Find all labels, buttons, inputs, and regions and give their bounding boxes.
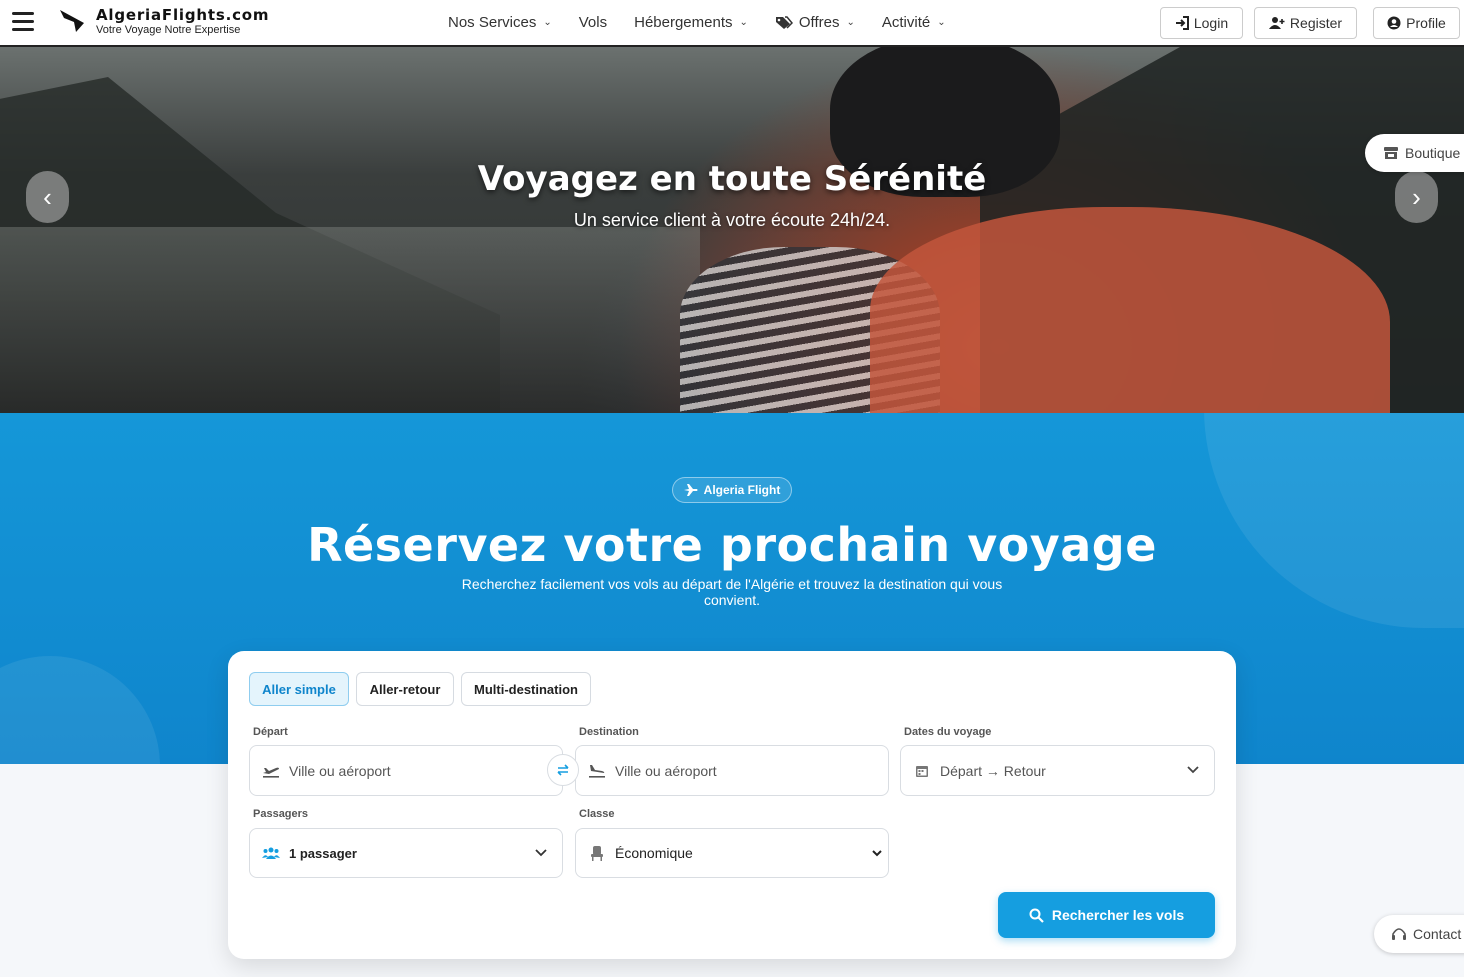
boutique-label: Boutique	[1405, 145, 1461, 161]
nav-label: Vols	[578, 14, 608, 31]
tab-label: Aller-retour	[369, 681, 441, 697]
tab-aller-simple[interactable]: Aller simple	[249, 672, 349, 706]
user-circle-icon	[1387, 16, 1401, 30]
profile-button[interactable]: Profile	[1373, 7, 1460, 39]
carousel-next-button[interactable]: ›	[1395, 171, 1438, 223]
passengers-value: 1 passager	[289, 845, 357, 861]
class-select[interactable]: Économique	[575, 828, 889, 878]
passengers-select[interactable]: 1 passager	[249, 828, 563, 878]
nav-label: Hébergements	[634, 14, 733, 31]
seat-icon	[588, 844, 606, 862]
swap-button[interactable]	[547, 754, 579, 786]
dates-label: Dates du voyage	[904, 726, 992, 738]
class-value: Économique	[615, 845, 693, 861]
tab-aller-retour[interactable]: Aller-retour	[356, 672, 454, 706]
destination-placeholder: Ville ou aéroport	[615, 762, 717, 779]
chevron-down-icon: ⌄	[739, 17, 748, 28]
nav-activite[interactable]: Activité ⌄	[882, 14, 946, 31]
nav-hebergements[interactable]: Hébergements ⌄	[634, 14, 748, 31]
boutique-button[interactable]: Boutique	[1365, 134, 1464, 172]
nav-vols[interactable]: Vols	[579, 14, 607, 31]
hero-title: Voyagez en toute Sérénité	[477, 159, 987, 199]
user-plus-icon	[1268, 17, 1285, 29]
booking-subtitle: Recherchez facilement vos vols au départ…	[461, 576, 1003, 608]
sign-in-icon	[1175, 16, 1189, 30]
tab-label: Multi-destination	[474, 681, 578, 697]
plane-icon	[683, 484, 698, 496]
depart-placeholder: Ville ou aéroport	[289, 762, 391, 779]
decor-circle	[0, 656, 160, 764]
passengers-label: Passagers	[253, 808, 309, 820]
nav-label: Offres	[798, 14, 840, 31]
flight-search-card: Aller simple Aller-retour Multi-destinat…	[228, 651, 1236, 959]
store-icon	[1384, 147, 1398, 159]
chevron-right-icon: ›	[1412, 181, 1421, 212]
dates-value: Départ → Retour	[940, 762, 1046, 779]
chevron-down-icon: ⌄	[937, 17, 946, 28]
destination-field[interactable]: Ville ou aéroport	[575, 745, 889, 796]
contact-label: Contact	[1413, 926, 1462, 942]
hero-carousel: Voyagez en toute Sérénité Un service cli…	[0, 47, 1464, 413]
users-icon	[262, 844, 280, 862]
login-button[interactable]: Login	[1160, 7, 1243, 39]
headset-icon	[1392, 927, 1406, 940]
tab-label: Aller simple	[262, 681, 336, 697]
register-button[interactable]: Register	[1254, 7, 1357, 39]
register-label: Register	[1289, 15, 1343, 31]
plane-logo-icon[interactable]	[58, 8, 86, 34]
depart-field[interactable]: Ville ou aéroport	[249, 745, 563, 796]
dates-field[interactable]: Départ → Retour	[900, 745, 1215, 796]
hero-image-lake	[0, 227, 700, 413]
booking-title: Réservez votre prochain voyage	[307, 518, 1157, 572]
nav-label: Nos Services	[448, 14, 537, 31]
plane-arrival-icon	[588, 762, 606, 780]
chevron-down-icon	[535, 849, 547, 857]
tab-multi-destination[interactable]: Multi-destination	[461, 672, 591, 706]
nav-nos-services[interactable]: Nos Services ⌄	[448, 14, 552, 31]
search-icon	[1029, 908, 1044, 923]
swap-arrows-icon	[557, 764, 569, 776]
depart-label: Départ	[253, 726, 288, 738]
brand-tagline: Votre Voyage Notre Expertise	[96, 24, 241, 36]
brand-name[interactable]: AlgeriaFlights.com	[96, 6, 269, 24]
top-navbar: AlgeriaFlights.com Votre Voyage Notre Ex…	[0, 0, 1464, 47]
chevron-down-icon: ⌄	[543, 17, 552, 28]
chevron-down-icon	[872, 850, 882, 857]
nav-offres[interactable]: Offres ⌄	[775, 14, 855, 31]
chevron-left-icon: ‹	[43, 181, 52, 212]
hero-subtitle: Un service client à votre écoute 24h/24.	[573, 210, 891, 230]
login-label: Login	[1193, 15, 1229, 31]
profile-label: Profile	[1406, 15, 1446, 31]
search-label: Rechercher les vols	[1051, 907, 1185, 923]
class-label: Classe	[579, 808, 615, 820]
chevron-down-icon	[1187, 766, 1199, 774]
nav-label: Activité	[881, 14, 931, 31]
search-flights-button[interactable]: Rechercher les vols	[998, 892, 1215, 938]
section-badge: Algeria Flight	[672, 477, 792, 503]
menu-icon[interactable]	[12, 12, 34, 32]
main-nav: Nos Services ⌄ Vols Hébergements ⌄ Offre…	[448, 0, 973, 45]
plane-departure-icon	[262, 762, 280, 780]
contact-button[interactable]: Contact	[1374, 915, 1464, 953]
tags-icon	[775, 15, 793, 29]
carousel-prev-button[interactable]: ‹	[26, 171, 69, 223]
destination-label: Destination	[579, 726, 639, 738]
calendar-icon	[913, 762, 931, 780]
badge-label: Algeria Flight	[703, 483, 781, 497]
chevron-down-icon: ⌄	[846, 17, 855, 28]
